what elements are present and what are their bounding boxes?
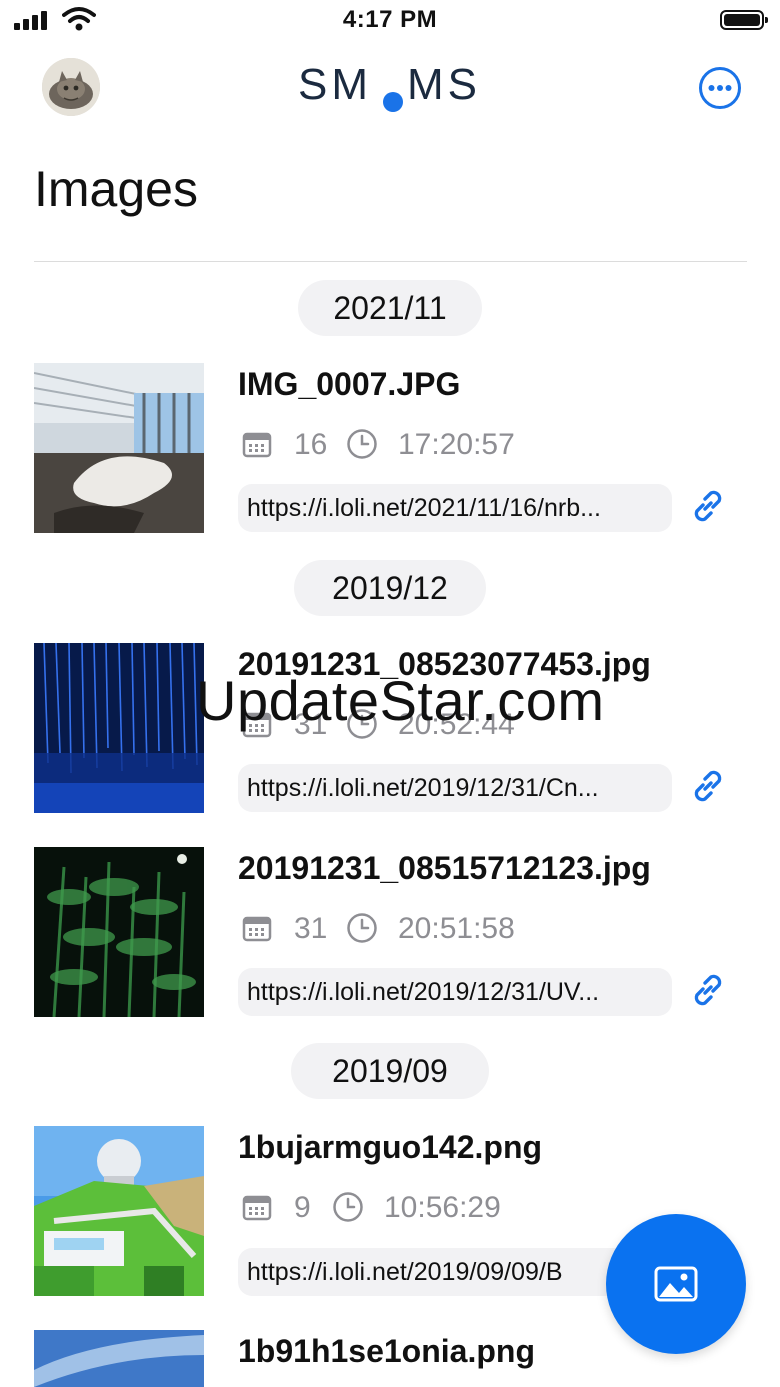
thumb-sky-image bbox=[34, 1330, 204, 1387]
file-name: 20191231_08515712123.jpg bbox=[238, 850, 651, 886]
calendar-icon bbox=[242, 1195, 272, 1221]
image-thumbnail[interactable] bbox=[34, 643, 204, 813]
upload-time: 20:51:58 bbox=[398, 912, 515, 945]
upload-day: 31 bbox=[294, 912, 328, 945]
photo-icon bbox=[654, 1266, 698, 1302]
image-thumbnail[interactable] bbox=[34, 1330, 204, 1387]
thumb-voxel-landscape-image bbox=[34, 1126, 204, 1296]
calendar-icon bbox=[242, 916, 272, 942]
nav-bar: SM MS bbox=[0, 52, 780, 122]
image-url-field[interactable]: https://i.loli.net/2019/12/31/Cn... bbox=[238, 764, 672, 812]
file-name: 1bujarmguo142.png bbox=[238, 1129, 543, 1165]
logo-right-text: MS bbox=[407, 60, 481, 109]
avatar[interactable] bbox=[42, 58, 100, 116]
battery-icon bbox=[720, 10, 768, 30]
copy-link-icon[interactable] bbox=[688, 486, 728, 526]
image-thumbnail[interactable] bbox=[34, 847, 204, 1017]
image-url-field[interactable]: https://i.loli.net/2019/12/31/UV... bbox=[238, 968, 672, 1016]
logo-left-text: SM bbox=[298, 60, 372, 109]
image-thumbnail[interactable] bbox=[34, 1126, 204, 1296]
upload-day: 16 bbox=[294, 428, 328, 461]
clock-icon bbox=[347, 709, 377, 739]
thumb-bamboo-night-image bbox=[34, 847, 204, 1017]
month-header: 2021/11 bbox=[298, 280, 482, 336]
app-logo: SM MS bbox=[240, 54, 540, 114]
clock-icon bbox=[347, 913, 377, 943]
upload-time: 10:56:29 bbox=[384, 1191, 501, 1224]
upload-day: 31 bbox=[294, 708, 328, 741]
copy-link-icon[interactable] bbox=[688, 970, 728, 1010]
upload-time: 17:20:57 bbox=[398, 428, 515, 461]
file-name: 1b91h1se1onia.png bbox=[238, 1333, 535, 1369]
logo-dot bbox=[383, 92, 403, 112]
image-thumbnail[interactable] bbox=[34, 363, 204, 533]
thumb-interior-image bbox=[34, 363, 204, 533]
status-time: 4:17 PM bbox=[342, 6, 438, 33]
status-bar: 4:17 PM bbox=[0, 0, 780, 44]
upload-day: 9 bbox=[294, 1191, 311, 1224]
calendar-icon bbox=[242, 432, 272, 458]
month-header: 2019/12 bbox=[294, 560, 486, 616]
title-divider bbox=[34, 261, 747, 262]
page-title: Images bbox=[34, 161, 198, 217]
file-name: IMG_0007.JPG bbox=[238, 366, 461, 402]
copy-link-icon[interactable] bbox=[688, 766, 728, 806]
ellipsis-circle-icon[interactable] bbox=[698, 66, 742, 110]
file-name: 20191231_08523077453.jpg bbox=[238, 646, 651, 682]
upload-time: 20:52:44 bbox=[398, 708, 515, 741]
calendar-icon bbox=[242, 712, 272, 738]
upload-image-button[interactable] bbox=[606, 1214, 746, 1354]
month-header: 2019/09 bbox=[291, 1043, 489, 1099]
clock-icon bbox=[333, 1192, 363, 1222]
clock-icon bbox=[347, 429, 377, 459]
cat-avatar-image bbox=[42, 58, 100, 116]
thumb-blue-lights-image bbox=[34, 643, 204, 813]
image-url-field[interactable]: https://i.loli.net/2021/11/16/nrb... bbox=[238, 484, 672, 532]
